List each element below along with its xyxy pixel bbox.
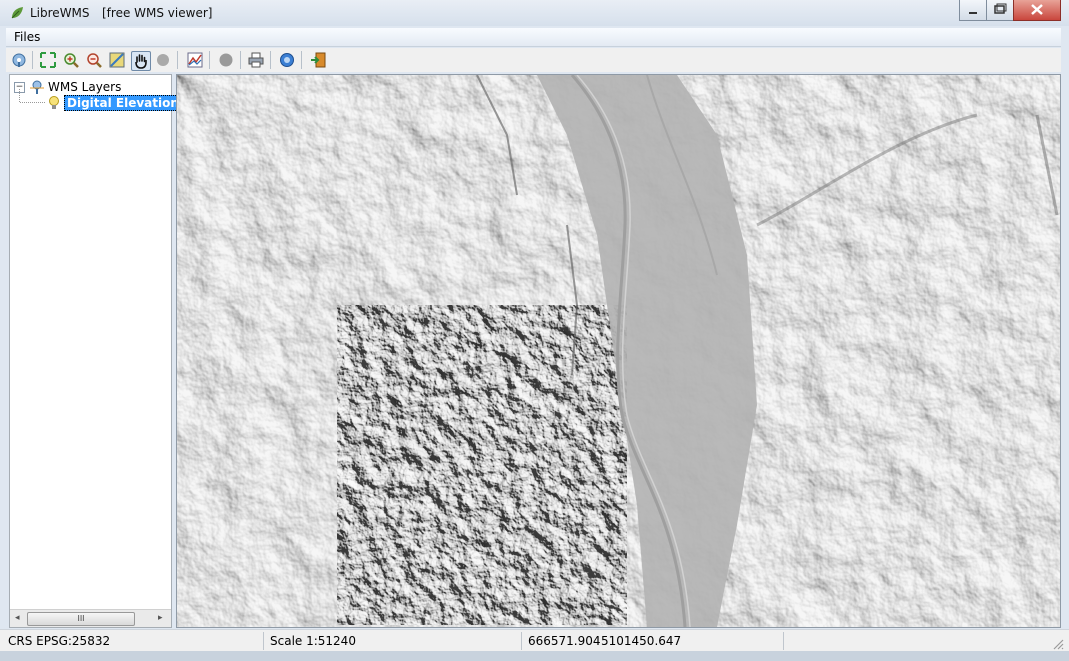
- stop-icon: [157, 54, 169, 66]
- zoom-in-button[interactable]: [62, 51, 80, 69]
- zoom-extent-button[interactable]: [39, 51, 57, 69]
- zoom-extent-icon: [40, 52, 56, 68]
- minimize-icon: [969, 12, 977, 14]
- tree-root-label: WMS Layers: [48, 80, 122, 94]
- menu-bar: Files: [6, 28, 1061, 47]
- chart-icon: [187, 52, 203, 68]
- status-bar: CRS EPSG:25832 Scale 1:51240 666571.904 …: [0, 629, 1069, 652]
- layer-label-selected: Digital Elevation: [64, 95, 182, 111]
- toolbar-separator: [301, 51, 302, 69]
- chart-button[interactable]: [186, 51, 204, 69]
- menu-files[interactable]: Files: [14, 30, 40, 44]
- window-subtitle: [free WMS viewer]: [102, 6, 213, 20]
- scroll-left-icon[interactable]: ◂: [15, 613, 20, 623]
- app-title: LibreWMS: [30, 6, 90, 20]
- connect-wms-icon: [12, 53, 26, 67]
- minimize-button[interactable]: [959, 0, 987, 21]
- lightbulb-icon: [49, 96, 59, 109]
- toolbar: [6, 48, 1061, 72]
- stop-button[interactable]: [154, 51, 172, 69]
- status-separator: [783, 632, 784, 650]
- title-bar[interactable]: LibreWMS [free WMS viewer]: [0, 0, 1069, 26]
- zoom-out-icon: [87, 53, 102, 68]
- exit-button[interactable]: [309, 51, 327, 69]
- print-button[interactable]: [247, 51, 265, 69]
- toolbar-separator: [209, 51, 210, 69]
- status-y-coordinate: 5101450.647: [601, 634, 682, 648]
- exit-icon: [311, 52, 326, 68]
- connect-wms-button[interactable]: [10, 51, 28, 69]
- resize-grip-icon[interactable]: [1052, 638, 1064, 650]
- window-bottom-border: [0, 651, 1069, 661]
- status-separator: [521, 632, 522, 650]
- restore-button[interactable]: [986, 0, 1014, 21]
- horizontal-scrollbar[interactable]: ◂ III ▸: [10, 609, 171, 627]
- status-crs: CRS EPSG:25832: [8, 634, 111, 648]
- toolbar-separator: [270, 51, 271, 69]
- tree-connector: [19, 89, 45, 103]
- record-icon: [219, 53, 233, 67]
- scroll-thumb-grip: III: [77, 614, 85, 623]
- zoom-in-icon: [64, 53, 79, 68]
- status-scale: Scale 1:51240: [270, 634, 356, 648]
- layer-info-icon: [109, 52, 125, 68]
- tree-node-digital-elevation[interactable]: Digital Elevation: [46, 95, 182, 111]
- close-icon: [1031, 4, 1043, 15]
- status-x-coordinate: 666571.904: [528, 634, 601, 648]
- hillshade-map-image: [177, 75, 1060, 627]
- scroll-right-icon[interactable]: ▸: [158, 613, 163, 623]
- status-separator: [263, 632, 264, 650]
- pan-hand-icon: [135, 54, 147, 69]
- record-button[interactable]: [217, 51, 235, 69]
- print-icon: [248, 52, 264, 68]
- restore-icon: [994, 3, 1007, 14]
- zoom-out-button[interactable]: [85, 51, 103, 69]
- toolbar-separator: [240, 51, 241, 69]
- pan-hand-button[interactable]: [131, 51, 151, 71]
- toolbar-separator: [32, 51, 33, 69]
- help-button[interactable]: [278, 51, 296, 69]
- app-window: LibreWMS [free WMS viewer] Files − WMS L…: [0, 0, 1069, 661]
- close-button[interactable]: [1013, 0, 1061, 21]
- leaf-app-icon: [11, 7, 23, 19]
- help-icon: [280, 53, 294, 67]
- toolbar-separator: [177, 51, 178, 69]
- map-canvas[interactable]: [176, 74, 1061, 628]
- scroll-thumb[interactable]: III: [27, 612, 135, 626]
- layers-tree-panel[interactable]: − WMS Layers Digital Elevation ◂ III ▸: [9, 74, 182, 628]
- layer-info-button[interactable]: [108, 51, 126, 69]
